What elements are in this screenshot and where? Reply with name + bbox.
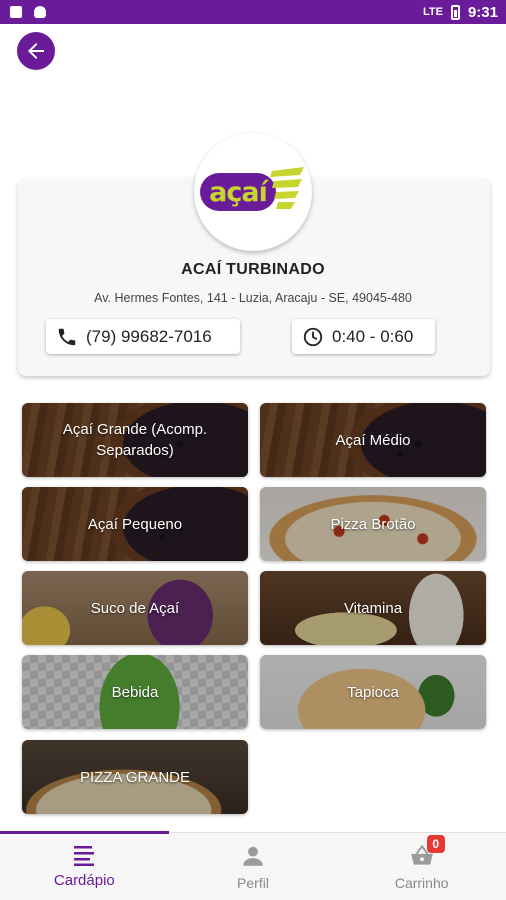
category-label: Açaí Pequeno [87, 515, 183, 533]
category-label: Açaí Médio [335, 431, 411, 449]
clock-icon [303, 327, 323, 346]
menu-list-icon [74, 846, 95, 866]
cart-count-badge: 0 [426, 834, 445, 853]
category-tile-acai-medio[interactable]: Açaí Médio [260, 403, 486, 477]
category-label: PIZZA GRANDE [79, 768, 191, 786]
opening-hours: 0:40 - 0:60 [332, 326, 414, 346]
nav-item-perfil[interactable]: Perfil [169, 833, 338, 900]
category-tile-acai-pequeno[interactable]: Açaí Pequeno [22, 487, 248, 561]
phone-button[interactable]: (79) 99682-7016 [46, 319, 240, 354]
logo-text: açaí [200, 173, 276, 211]
status-time: 9:31 [467, 3, 498, 21]
category-label: Tapioca [347, 683, 399, 701]
category-label: Vitamina [343, 599, 403, 617]
category-tile-acai-grande[interactable]: Açaí Grande (Acomp. Separados) [22, 403, 248, 477]
android-icon [34, 6, 46, 18]
store-name: ACAÍ TURBINADO [181, 261, 325, 278]
category-tile-tapioca[interactable]: Tapioca [260, 655, 486, 729]
category-tile-bebida[interactable]: Bebida [22, 655, 248, 729]
nav-label: Carrinho [394, 874, 449, 891]
nav-item-cardapio[interactable]: Cardápio [0, 833, 169, 900]
store-address: Av. Hermes Fontes, 141 - Luzia, Aracaju … [94, 291, 412, 305]
arrow-back-icon [28, 43, 44, 59]
category-label: Pizza Brotão [330, 515, 416, 533]
category-tile-pizza-brotao[interactable]: Pizza Brotão [260, 487, 486, 561]
status-bar: LTE 9:31 [0, 0, 506, 24]
battery-icon [450, 4, 460, 20]
category-tile-pizza-grande[interactable]: PIZZA GRANDE [22, 740, 248, 814]
nav-item-carrinho[interactable]: 0 Carrinho [337, 833, 506, 900]
logo-stripes-icon [270, 167, 304, 209]
nav-label: Perfil [237, 874, 269, 891]
nav-label: Cardápio [53, 872, 115, 889]
category-tile-vitamina[interactable]: Vitamina [260, 571, 486, 645]
back-button[interactable] [17, 32, 55, 70]
notification-icon [10, 6, 22, 18]
category-tile-suco-de-acai[interactable]: Suco de Açaí [22, 571, 248, 645]
phone-number: (79) 99682-7016 [86, 326, 212, 346]
phone-icon [58, 328, 76, 345]
bottom-navigation: Cardápio Perfil 0 Carrinho [0, 831, 506, 900]
category-label: Bebida [111, 683, 159, 701]
person-icon [243, 846, 263, 866]
hours-button[interactable]: 0:40 - 0:60 [292, 319, 435, 354]
category-label: Açaí Grande (Acomp. Separados) [62, 421, 208, 459]
signal-icon: LTE [423, 6, 443, 18]
store-logo: açaí [194, 133, 312, 251]
category-label: Suco de Açaí [90, 599, 180, 617]
